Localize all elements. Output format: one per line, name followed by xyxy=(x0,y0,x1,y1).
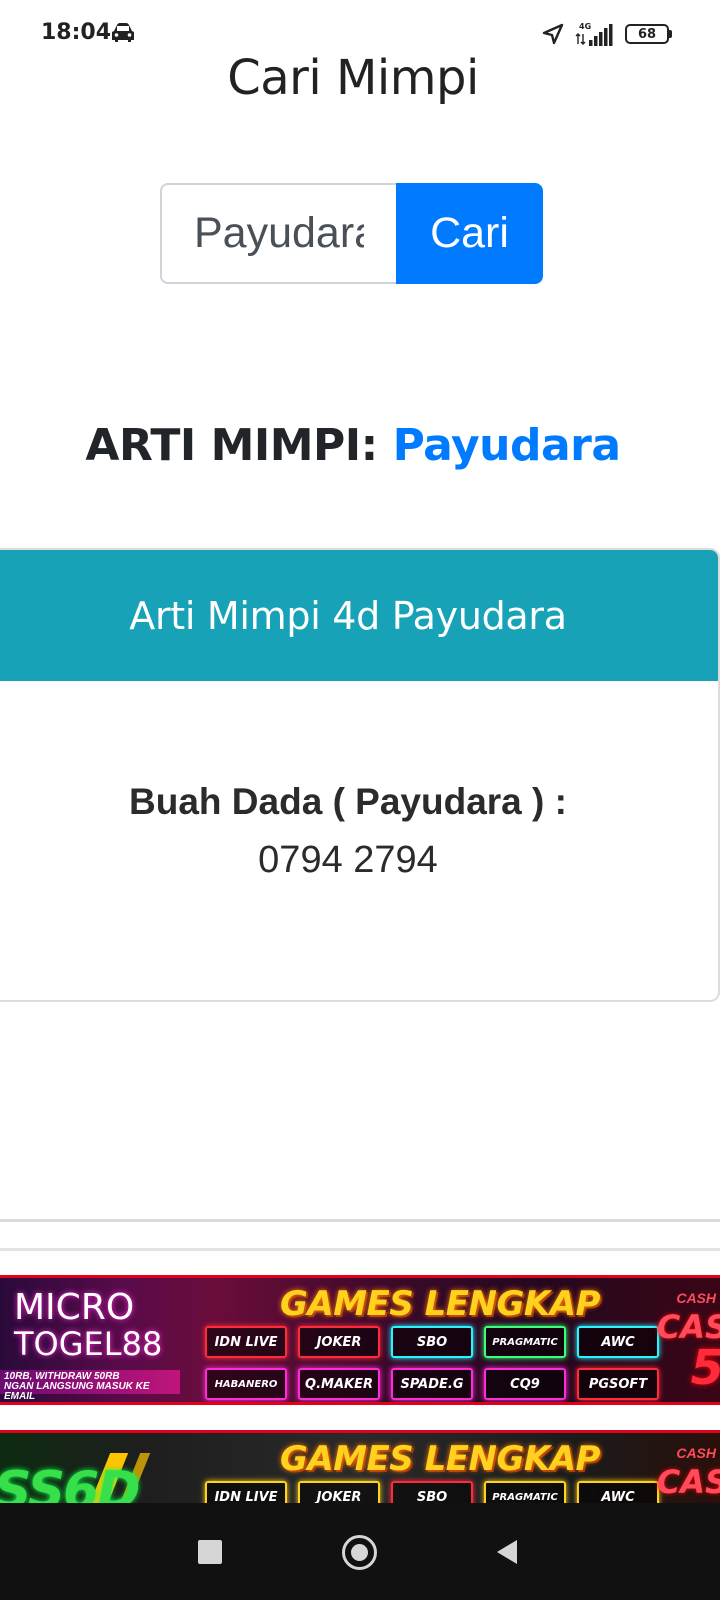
signal-4g-icon: 4G xyxy=(575,22,613,46)
game-badge: AWC xyxy=(577,1326,659,1358)
cashback-label: CASH xyxy=(676,1290,716,1306)
dream-label: Buah Dada ( Payudara ) : xyxy=(129,781,567,822)
recents-square-icon[interactable] xyxy=(198,1540,222,1564)
status-right: 4G 68 xyxy=(541,18,672,50)
ad-banner-microtogel88[interactable]: MICRO TOGEL88 10RB, WITHDRAW 50RB NGAN L… xyxy=(0,1275,720,1405)
result-prefix: ARTI MIMPI: xyxy=(85,420,393,471)
result-keyword: Payudara xyxy=(392,420,622,471)
back-triangle-icon[interactable] xyxy=(493,1538,521,1566)
card-body: Buah Dada ( Payudara ) : 0794 2794 xyxy=(0,681,718,893)
card-header: Arti Mimpi 4d Payudara xyxy=(0,550,718,681)
home-circle-icon[interactable] xyxy=(342,1535,377,1570)
search-input[interactable] xyxy=(160,183,396,284)
result-card: Arti Mimpi 4d Payudara Buah Dada ( Payud… xyxy=(0,548,720,1002)
svg-text:4G: 4G xyxy=(579,22,591,31)
game-badge: SBO xyxy=(391,1326,473,1358)
banner-title: GAMES LENGKAP xyxy=(280,1439,600,1479)
page-title: Cari Mimpi xyxy=(227,50,479,106)
game-badge: IDN LIVE xyxy=(205,1326,287,1358)
game-badge: SPADE.G xyxy=(391,1368,473,1400)
banner-brand: MICRO TOGEL88 xyxy=(8,1287,163,1370)
brand-line2: TOGEL88 xyxy=(14,1325,163,1363)
system-nav-bar xyxy=(0,1503,720,1600)
cashback-title: CAS xyxy=(656,1463,720,1501)
cashback-label: CASH xyxy=(676,1445,716,1461)
cashback-percent: 5 xyxy=(691,1340,720,1396)
game-badge: HABANERO xyxy=(205,1368,287,1400)
banner-title: GAMES LENGKAP xyxy=(280,1284,600,1324)
banner-tagline: 10RB, WITHDRAW 50RB NGAN LANGSUNG MASUK … xyxy=(0,1370,180,1402)
status-time: 18:04 xyxy=(41,20,112,45)
game-badge: PRAGMATIC xyxy=(484,1326,566,1358)
tagline-line2: NGAN LANGSUNG MASUK KE EMAIL xyxy=(4,1381,150,1402)
divider xyxy=(0,1248,720,1251)
search-form: Cari xyxy=(160,183,543,284)
game-badge: JOKER xyxy=(298,1326,380,1358)
navigation-arrow-icon xyxy=(542,23,564,45)
battery-icon: 68 xyxy=(625,24,672,44)
result-heading: ARTI MIMPI: Payudara xyxy=(0,420,706,471)
car-icon xyxy=(112,23,134,42)
battery-level: 68 xyxy=(625,24,669,44)
search-button[interactable]: Cari xyxy=(396,183,543,284)
game-badge: CQ9 xyxy=(484,1368,566,1400)
dream-numbers: 0794 2794 xyxy=(258,839,438,881)
game-grid: IDN LIVE JOKER SBO PRAGMATIC AWC HABANER… xyxy=(205,1326,660,1400)
divider xyxy=(0,1219,720,1222)
game-badge: Q.MAKER xyxy=(298,1368,380,1400)
game-badge: PGSOFT xyxy=(577,1368,659,1400)
brand-line1: MICRO xyxy=(14,1287,135,1328)
